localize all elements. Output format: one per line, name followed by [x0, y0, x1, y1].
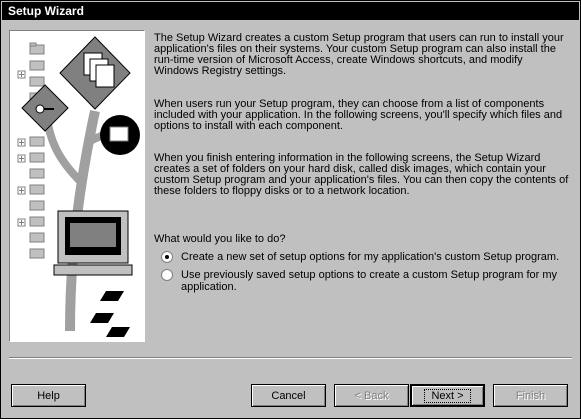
back-button-label: < Back	[354, 389, 389, 402]
folder-icon	[29, 136, 45, 147]
radio-button-selected[interactable]	[161, 251, 173, 263]
option-use-saved-label[interactable]: Use previously saved setup options to cr…	[181, 269, 566, 293]
radio-button[interactable]	[161, 269, 173, 281]
folder-icon	[29, 184, 45, 195]
folder-icon	[29, 216, 45, 227]
wizard-illustration	[9, 30, 145, 342]
folder-icon	[29, 232, 45, 243]
folder-icon	[29, 200, 45, 211]
folder-icon	[29, 152, 45, 163]
computer-icon	[53, 210, 133, 276]
tree-expand-icon	[17, 70, 26, 227]
folder-tree	[29, 42, 45, 259]
intro-paragraph-1: The Setup Wizard creates a custom Setup …	[154, 32, 564, 77]
setup-wizard-window: Setup Wizard The Setup Wizard creates a …	[0, 0, 581, 419]
option-create-new-label[interactable]: Create a new set of setup options for my…	[181, 251, 566, 263]
cancel-button-label: Cancel	[271, 389, 306, 402]
folder-icon	[29, 42, 45, 55]
illustration-graphic	[17, 36, 140, 337]
folder-icon	[29, 76, 45, 87]
intro-paragraph-2: When users run your Setup program, they …	[154, 98, 563, 132]
back-button[interactable]: < Back	[334, 384, 409, 407]
window-title: Setup Wizard	[2, 2, 579, 20]
next-button[interactable]: Next >	[410, 384, 485, 407]
help-button[interactable]: Help	[11, 384, 86, 407]
folder-icon	[29, 168, 45, 179]
cancel-button[interactable]: Cancel	[251, 384, 326, 407]
help-button-label: Help	[37, 389, 60, 402]
floppy-disk-icon	[90, 291, 130, 337]
finish-button[interactable]: Finish	[493, 384, 568, 407]
question-label: What would you like to do?	[154, 233, 286, 245]
folder-icon	[29, 248, 45, 259]
folder-icon	[29, 60, 45, 71]
separator-highlight	[9, 358, 572, 359]
finish-button-label: Finish	[515, 389, 546, 402]
intro-paragraph-3: When you finish entering information in …	[154, 152, 569, 197]
next-button-label: Next >	[424, 388, 471, 403]
